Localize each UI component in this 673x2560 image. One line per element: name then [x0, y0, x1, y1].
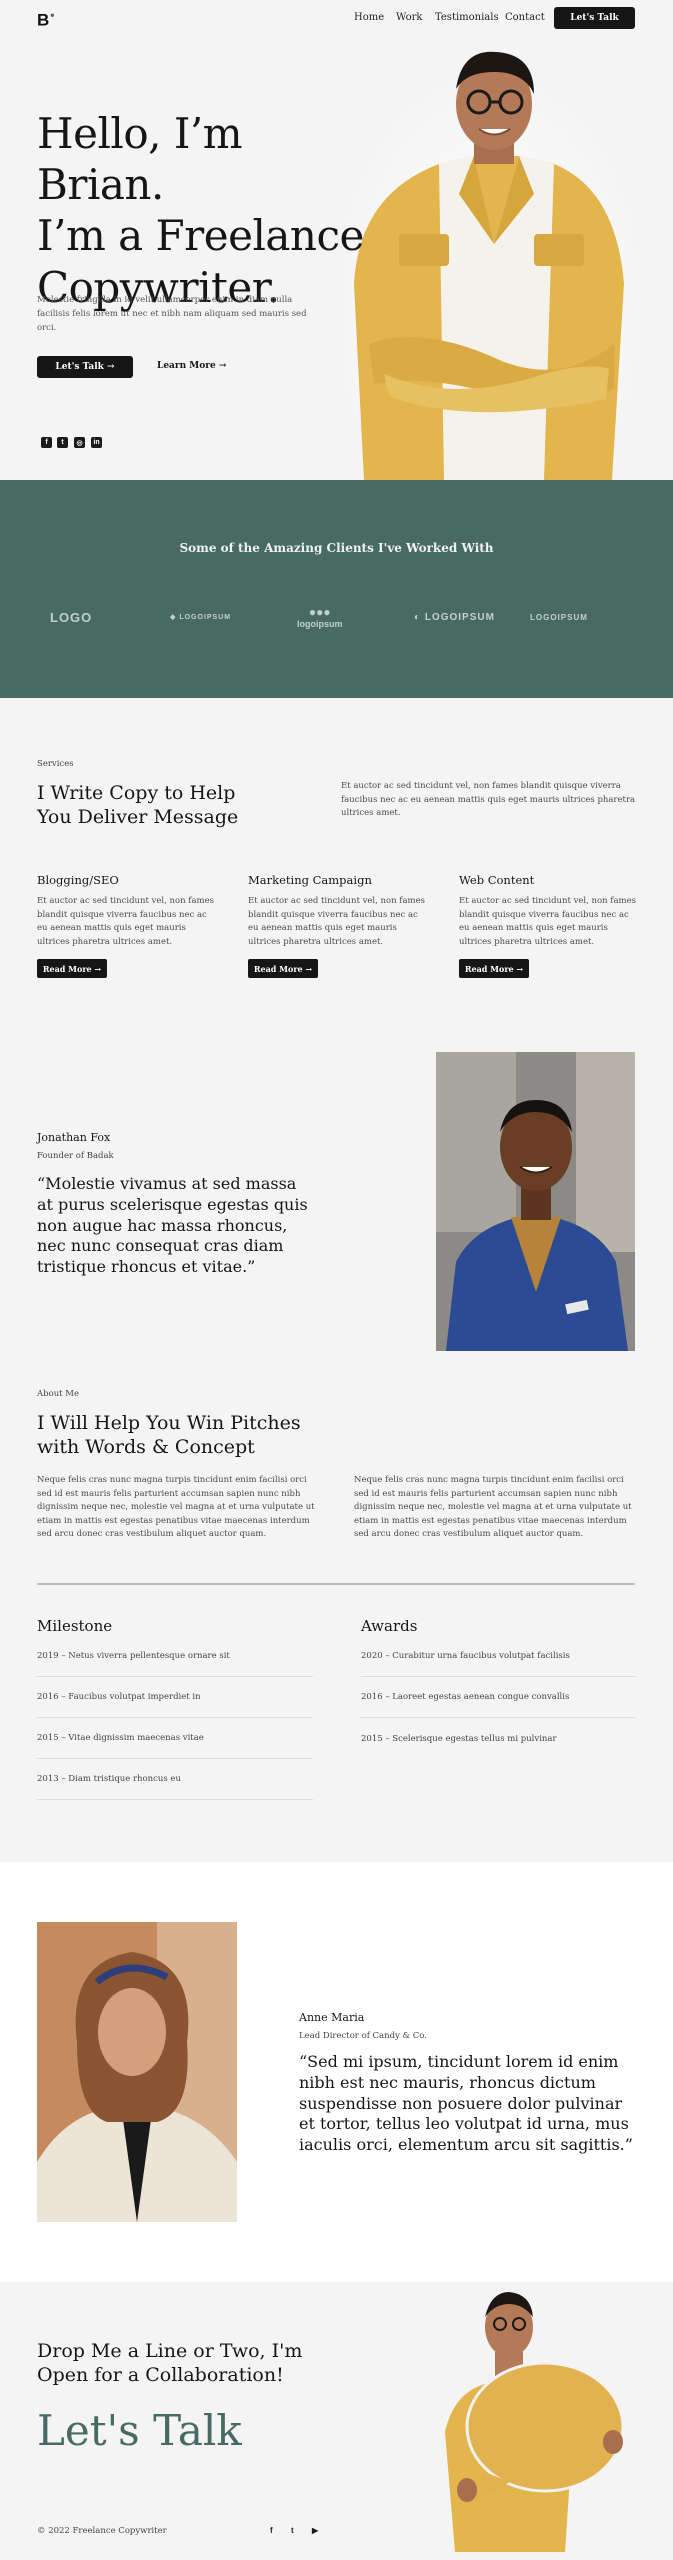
- testimonial-2-portrait-image: [37, 1922, 237, 2222]
- nav-contact[interactable]: Contact: [505, 12, 545, 23]
- milestone-item: 2015 – Vitae dignissim maecenas vitae: [37, 1718, 313, 1759]
- service-card-title: Blogging/SEO: [37, 873, 119, 887]
- client-logo-4: ◐ LOGOIPSUM: [414, 611, 495, 623]
- testimonial-2-section: Anne Maria Lead Director of Candy & Co. …: [0, 1862, 673, 2282]
- linkedin-icon[interactable]: in: [91, 437, 102, 448]
- facebook-icon[interactable]: f: [41, 437, 52, 448]
- services-intro: Et auctor ac sed tincidunt vel, non fame…: [341, 781, 636, 819]
- service-card-web-content: Web Content Et auctor ac sed tincidunt v…: [459, 873, 639, 979]
- header-lets-talk-button[interactable]: Let's Talk: [554, 7, 635, 29]
- twitter-icon[interactable]: t: [57, 437, 68, 448]
- client-logo-2: ◆ LOGOIPSUM: [170, 613, 232, 622]
- contact-section: Drop Me a Line or Two, I'm Open for a Co…: [0, 2282, 673, 2560]
- nav-testimonials[interactable]: Testimonials: [435, 12, 499, 23]
- milestone-item: 2016 – Faucibus volutpat imperdiet in: [37, 1677, 313, 1718]
- about-title: I Will Help You Win Pitches with Words &…: [37, 1412, 301, 1458]
- nav-home[interactable]: Home: [354, 12, 384, 23]
- service-card-text: Et auctor ac sed tincidunt vel, non fame…: [459, 896, 636, 947]
- contact-lets-talk[interactable]: Let's Talk: [37, 2406, 242, 2455]
- testimonial-2-name: Anne Maria: [299, 2011, 365, 2024]
- awards-list: 2020 – Curabitur urna faucibus volutpat …: [361, 1636, 635, 1759]
- site-logo[interactable]: B•: [37, 8, 54, 31]
- clients-section: Some of the Amazing Clients I've Worked …: [0, 480, 673, 698]
- service-card-text: Et auctor ac sed tincidunt vel, non fame…: [248, 896, 425, 947]
- client-logo-5: LOGOIPSUM: [530, 612, 588, 622]
- milestone-item: 2019 – Netus viverra pellentesque ornare…: [37, 1636, 313, 1677]
- award-item: 2015 – Scelerisque egestas tellus mi pul…: [361, 1733, 557, 1744]
- hero-title: Hello, I’m Brian. I’m a Freelance Copywr…: [37, 108, 377, 313]
- service-card-title: Marketing Campaign: [248, 873, 372, 887]
- award-item: 2020 – Curabitur urna faucibus volutpat …: [361, 1636, 635, 1677]
- contact-heading: Drop Me a Line or Two, I'm Open for a Co…: [37, 2340, 303, 2386]
- about-paragraph-2: Neque felis cras nunc magna turpis tinci…: [354, 1475, 632, 1540]
- testimonial-name: Jonathan Fox: [37, 1131, 111, 1144]
- service-card-marketing: Marketing Campaign Et auctor ac sed tinc…: [248, 873, 428, 979]
- read-more-button[interactable]: Read More →: [37, 959, 107, 979]
- testimonial-portrait-image: [436, 1052, 635, 1351]
- awards-title: Awards: [361, 1617, 418, 1635]
- testimonial-quote: “Molestie vivamus at sed massa at purus …: [37, 1174, 308, 1277]
- service-card-title: Web Content: [459, 873, 535, 887]
- service-card-blogging: Blogging/SEO Et auctor ac sed tincidunt …: [37, 873, 217, 979]
- youtube-icon[interactable]: ▶: [312, 2526, 318, 2535]
- hero-title-line-2: I’m a Freelance: [37, 211, 364, 261]
- milestone-title: Milestone: [37, 1617, 113, 1635]
- hero-lets-talk-button[interactable]: Let's Talk →: [37, 356, 133, 378]
- read-more-button[interactable]: Read More →: [248, 959, 318, 979]
- copyright: © 2022 Freelance Copywriter: [37, 2526, 167, 2536]
- read-more-button[interactable]: Read More →: [459, 959, 529, 979]
- twitter-icon[interactable]: t: [291, 2526, 294, 2535]
- services-title: I Write Copy to Help You Deliver Message: [37, 782, 239, 828]
- client-logo-1: LOGO: [50, 609, 93, 625]
- milestone-list: 2019 – Netus viverra pellentesque ornare…: [37, 1636, 313, 1800]
- clients-title: Some of the Amazing Clients I've Worked …: [179, 541, 494, 555]
- service-card-text: Et auctor ac sed tincidunt vel, non fame…: [37, 896, 214, 947]
- hero-learn-more-link[interactable]: Learn More →: [157, 361, 226, 371]
- client-logo-3: ●●● logoipsum: [297, 605, 343, 629]
- facebook-icon[interactable]: f: [270, 2526, 273, 2535]
- hero-section: B• Home Work Testimonials Contact Let's …: [0, 0, 673, 480]
- services-label: Services: [37, 759, 74, 769]
- hero-portrait-image: [344, 44, 634, 480]
- hero-paragraph: Molestie fringilla in id velit ullamcorp…: [37, 295, 307, 334]
- nav-work[interactable]: Work: [396, 12, 422, 23]
- about-label: About Me: [37, 1389, 80, 1399]
- about-paragraph-1: Neque felis cras nunc magna turpis tinci…: [37, 1475, 315, 1540]
- testimonial-2-role: Lead Director of Candy & Co.: [299, 2031, 427, 2041]
- hero-title-line-1: Hello, I’m Brian.: [37, 109, 243, 210]
- testimonial-2-quote: “Sed mi ipsum, tincidunt lorem id enim n…: [299, 2052, 633, 2155]
- section-divider: [37, 1583, 635, 1585]
- instagram-icon[interactable]: ◎: [74, 437, 85, 448]
- contact-portrait-image: [345, 2282, 635, 2552]
- award-item: 2016 – Laoreet egestas aenean congue con…: [361, 1677, 635, 1718]
- milestone-item: 2013 – Diam tristique rhoncus eu: [37, 1759, 313, 1800]
- testimonial-role: Founder of Badak: [37, 1151, 114, 1161]
